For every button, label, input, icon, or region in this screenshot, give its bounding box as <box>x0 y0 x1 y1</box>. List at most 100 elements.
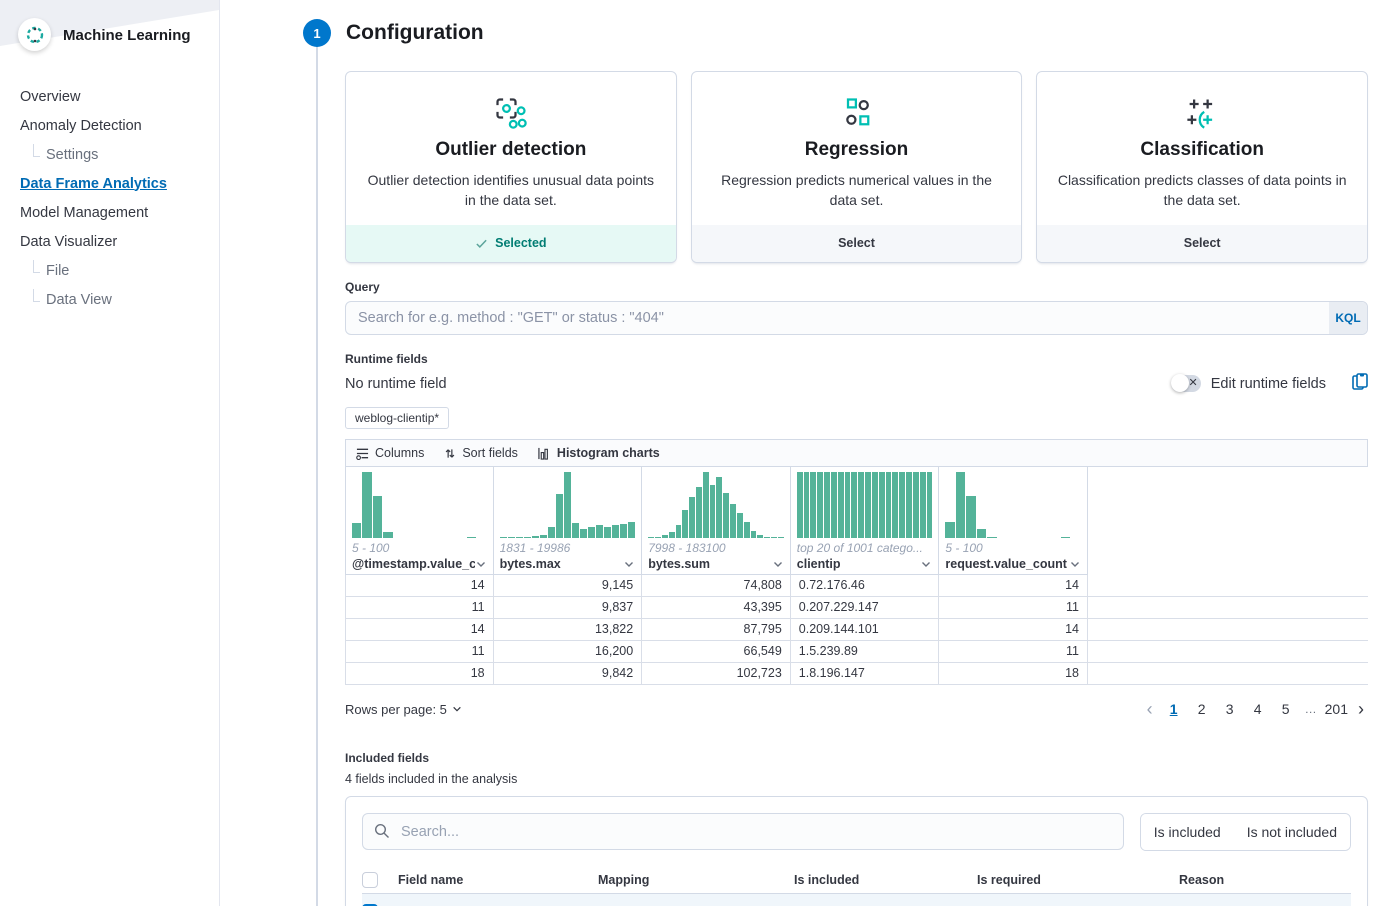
query-search-input[interactable] <box>345 301 1368 335</box>
grid-cell[interactable]: 74,808 <box>642 575 791 596</box>
grid-cell[interactable]: 87,795 <box>642 619 791 640</box>
column-range-label: top 20 of 1001 catego... <box>797 541 933 555</box>
grid-column-header-request-value-count[interactable]: 5 - 100request.value_count <box>939 467 1088 575</box>
grid-column-header-bytes-max[interactable]: 1831 - 19986bytes.max <box>494 467 643 575</box>
grid-cell[interactable]: 14 <box>345 575 494 596</box>
header-mapping[interactable]: Mapping <box>598 873 794 887</box>
histogram-bar <box>516 537 523 538</box>
grid-column-header-clientip[interactable]: top 20 of 1001 catego...clientip <box>791 467 940 575</box>
grid-cell[interactable]: 43,395 <box>642 597 791 618</box>
grid-cell[interactable]: 9,145 <box>494 575 643 596</box>
header-reason[interactable]: Reason <box>1179 873 1351 887</box>
histogram-bar <box>383 532 392 538</box>
filter-is-included[interactable]: Is included <box>1141 814 1234 850</box>
grid-cell[interactable]: 9,842 <box>494 663 643 684</box>
card-outlier-detection[interactable]: Outlier detection Outlier detection iden… <box>345 71 677 263</box>
histogram-bar <box>648 537 654 538</box>
histogram-bar <box>858 472 864 538</box>
grid-cell[interactable]: 0.72.176.46 <box>791 575 940 596</box>
histogram-bar <box>676 525 682 538</box>
grid-cell[interactable]: 11 <box>345 597 494 618</box>
search-icon <box>374 823 390 839</box>
sidebar-header: Machine Learning <box>0 0 219 62</box>
sidebar-item-settings[interactable]: Settings <box>33 140 219 169</box>
grid-cell[interactable]: 102,723 <box>642 663 791 684</box>
pagination-page-4[interactable]: 4 <box>1247 697 1269 721</box>
pagination-page-2[interactable]: 2 <box>1191 697 1213 721</box>
column-name: bytes.sum <box>648 557 772 571</box>
sidebar-item-data-frame-analytics[interactable]: Data Frame Analytics <box>20 169 219 198</box>
grid-cell[interactable]: 14 <box>939 619 1088 640</box>
sidebar-item-data-visualizer[interactable]: Data Visualizer <box>20 227 219 256</box>
grid-cell[interactable]: 66,549 <box>642 641 791 662</box>
chevron-down-icon[interactable] <box>475 558 487 570</box>
header-is-included[interactable]: Is included <box>794 873 977 887</box>
grid-cell[interactable]: 1.5.239.89 <box>791 641 940 662</box>
sidebar-item-file[interactable]: File <box>33 256 219 285</box>
kql-button[interactable]: KQL <box>1329 302 1367 334</box>
columns-button[interactable]: Columns <box>356 446 424 460</box>
grid-column-header-bytes-sum[interactable]: 7998 - 183100bytes.sum <box>642 467 791 575</box>
fields-search-input[interactable] <box>362 813 1124 850</box>
outlier-detection-icon <box>362 94 660 132</box>
histogram-bar <box>865 472 871 538</box>
rows-per-page-button[interactable]: Rows per page: 5 <box>345 702 462 717</box>
card-regression[interactable]: Regression Regression predicts numerical… <box>691 71 1023 263</box>
grid-cell[interactable]: 18 <box>345 663 494 684</box>
regression-icon <box>708 94 1006 132</box>
histogram-bar <box>556 494 563 538</box>
histogram-bar <box>987 537 997 538</box>
grid-cell[interactable]: 13,822 <box>494 619 643 640</box>
pagination-prev-icon[interactable]: ‹ <box>1143 700 1157 718</box>
histogram-bar <box>669 532 675 538</box>
pagination-page-3[interactable]: 3 <box>1219 697 1241 721</box>
grid-cell[interactable]: 0.209.144.101 <box>791 619 940 640</box>
grid-cell[interactable]: 0.207.229.147 <box>791 597 940 618</box>
index-pattern-badge[interactable]: weblog-clientip* <box>345 407 449 429</box>
histogram-bar <box>540 535 547 538</box>
filter-is-not-included[interactable]: Is not included <box>1234 814 1350 850</box>
grid-cell[interactable]: 11 <box>345 641 494 662</box>
pagination-next-icon[interactable]: › <box>1354 700 1368 718</box>
edit-runtime-fields-toggle[interactable]: ✕ <box>1171 375 1201 392</box>
card-select-footer[interactable]: Select <box>692 225 1022 262</box>
sidebar-item-anomaly-detection[interactable]: Anomaly Detection <box>20 111 219 140</box>
column-histogram <box>500 472 636 538</box>
main-content: 1 Configuration Outlier detect <box>220 0 1379 906</box>
chevron-down-icon[interactable] <box>1069 558 1081 570</box>
grid-cell[interactable]: 18 <box>939 663 1088 684</box>
header-is-required[interactable]: Is required <box>977 873 1179 887</box>
grid-row: 119,83743,3950.207.229.14711 <box>345 597 1368 619</box>
pagination-page-1[interactable]: 1 <box>1163 697 1185 721</box>
chevron-down-icon[interactable] <box>772 558 784 570</box>
grid-cell[interactable]: 9,837 <box>494 597 643 618</box>
card-classification[interactable]: Classification Classification predicts c… <box>1036 71 1368 263</box>
histogram-charts-button[interactable]: Histogram charts <box>538 446 660 460</box>
chevron-down-icon[interactable] <box>623 558 635 570</box>
grid-cell[interactable]: 11 <box>939 597 1088 618</box>
pagination-page-201[interactable]: 201 <box>1325 697 1348 721</box>
rows-per-page-label: Rows per page: 5 <box>345 702 447 717</box>
histogram-bar <box>851 472 857 538</box>
grid-cell[interactable]: 16,200 <box>494 641 643 662</box>
card-select-footer[interactable]: Select <box>1037 225 1367 262</box>
included-fields-table: Field name Mapping Is included Is requir… <box>362 867 1351 906</box>
grid-cell[interactable]: 14 <box>939 575 1088 596</box>
select-all-checkbox[interactable] <box>362 872 378 888</box>
card-footer-label: Selected <box>495 236 546 250</box>
chevron-down-icon[interactable] <box>920 558 932 570</box>
grid-cell[interactable]: 11 <box>939 641 1088 662</box>
copy-to-clipboard-icon[interactable] <box>1352 373 1368 394</box>
analysis-type-cards: Outlier detection Outlier detection iden… <box>345 71 1368 263</box>
grid-column-header--timestamp-value-count[interactable]: 5 - 100@timestamp.value_count <box>345 467 494 575</box>
histogram-bar <box>730 504 736 538</box>
grid-cell[interactable]: 1.8.196.147 <box>791 663 940 684</box>
card-selected-footer[interactable]: Selected <box>346 225 676 262</box>
header-field-name[interactable]: Field name <box>398 873 598 887</box>
pagination-page-5[interactable]: 5 <box>1275 697 1297 721</box>
grid-cell[interactable]: 14 <box>345 619 494 640</box>
sidebar-item-model-management[interactable]: Model Management <box>20 198 219 227</box>
sidebar-item-data-view[interactable]: Data View <box>33 285 219 314</box>
sidebar-item-overview[interactable]: Overview <box>20 82 219 111</box>
sort-fields-button[interactable]: Sort fields <box>444 446 518 460</box>
